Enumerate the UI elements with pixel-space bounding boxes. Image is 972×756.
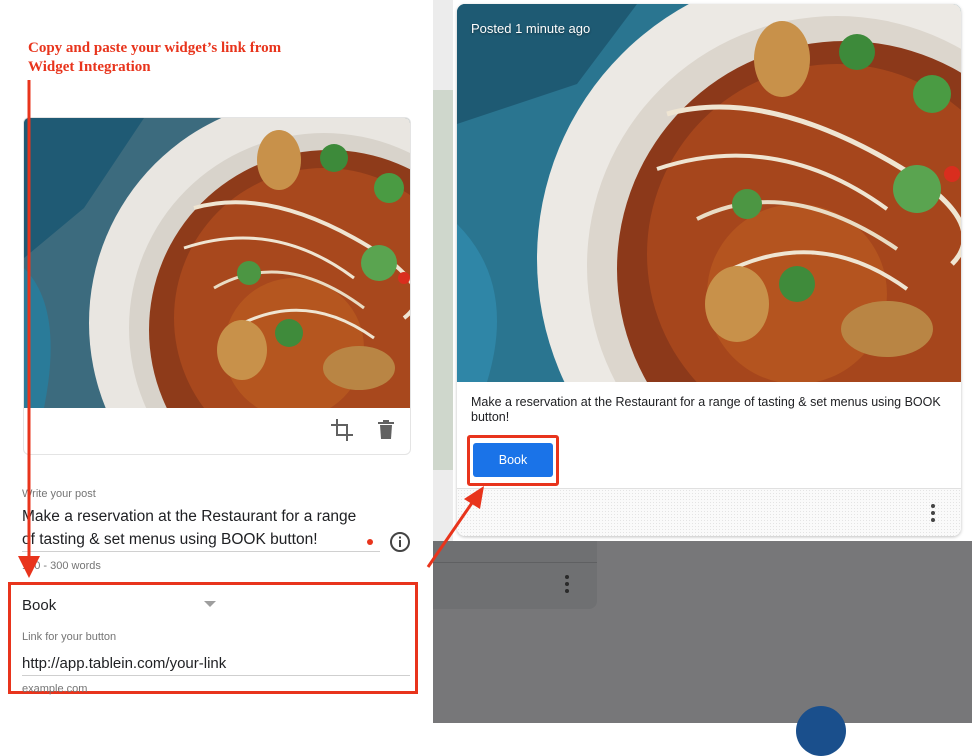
crop-icon[interactable] [330,418,354,442]
preview-panel: Posted 1 minute ago Make a reservation a… [433,0,972,756]
photo-card [23,117,411,455]
link-label: Link for your button [22,631,117,643]
trash-icon[interactable] [374,418,398,442]
book-button[interactable]: Book [473,443,553,477]
more-vert-icon[interactable] [930,503,936,523]
background-strip [433,0,453,541]
button-type-select[interactable]: Book [22,597,56,614]
posted-time: Posted 1 minute ago [471,21,591,36]
post-underline [22,551,380,552]
preview-food-photo [457,4,961,382]
background-card [433,541,597,609]
link-hint: example.com [22,683,88,695]
annotation-note: Copy and paste your widget’s link from W… [28,39,328,77]
post-editor-panel: Copy and paste your widget’s link from W… [0,0,433,723]
post-textarea[interactable]: Make a reservation at the Restaurant for… [22,505,367,551]
floating-action-button[interactable] [796,706,846,756]
chevron-down-icon[interactable] [204,601,216,607]
post-label: Write your post [22,488,96,500]
annotation-line-2: Widget Integration [28,59,151,75]
post-preview-card: Posted 1 minute ago Make a reservation a… [457,4,961,536]
food-photo [24,118,410,408]
preview-footer [457,488,961,536]
more-vert-icon [565,575,569,593]
photo-toolbar [24,408,410,454]
word-count-hint: 100 - 300 words [22,560,101,572]
annotation-line-1: Copy and paste your widget’s link from [28,40,282,56]
preview-post-text: Make a reservation at the Restaurant for… [471,395,941,424]
button-link-input[interactable] [22,651,410,676]
info-icon[interactable] [389,531,411,553]
required-indicator [367,539,373,545]
background-card-divider [433,562,597,563]
